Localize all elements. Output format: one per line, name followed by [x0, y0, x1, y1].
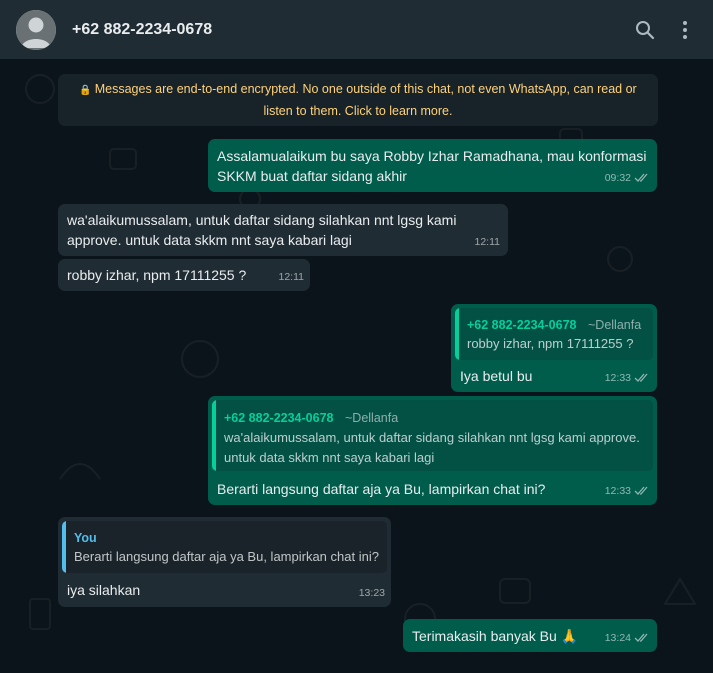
read-ticks-icon: [634, 373, 648, 382]
message-text: Iya betul bu: [460, 368, 533, 384]
message-line: approve. untuk data skkm nnt saya kabari…: [67, 232, 352, 248]
encryption-text-line1: Messages are end-to-end encrypted. No on…: [94, 82, 637, 96]
message-text: Berarti langsung daftar aja ya Bu, lampi…: [217, 481, 546, 497]
message-time: 09:32: [605, 168, 649, 188]
quote-accent-bar: [212, 400, 216, 471]
read-ticks-icon: [634, 173, 648, 182]
lock-icon: 🔒: [79, 85, 92, 96]
message-bubble-outgoing[interactable]: +62 882-2234-0678 ~Dellanfa wa'alaikumus…: [208, 396, 657, 505]
message-text: Terimakasih banyak Bu 🙏: [412, 628, 579, 644]
message-text: Assalamualaikum bu saya Robby Izhar Rama…: [217, 146, 647, 186]
quote-pushname: ~Dellanfa: [588, 318, 642, 332]
quote-accent-bar: [455, 308, 459, 360]
message-bubble-incoming[interactable]: You Berarti langsung daftar aja ya Bu, l…: [58, 517, 391, 607]
quote-text: Berarti langsung daftar aja ya Bu, lampi…: [74, 549, 379, 564]
message-bubble-incoming[interactable]: robby izhar, npm 17111255 ? 12:11: [58, 259, 310, 291]
quoted-message[interactable]: +62 882-2234-0678 ~Dellanfa robby izhar,…: [455, 308, 653, 360]
default-user-avatar-icon: [16, 9, 56, 50]
message-time: 12:33: [605, 481, 649, 501]
message-text: iya silahkan: [67, 582, 141, 598]
quoted-message[interactable]: +62 882-2234-0678 ~Dellanfa wa'alaikumus…: [212, 400, 653, 471]
message-text: wa'alaikumussalam, untuk daftar sidang s…: [67, 210, 456, 250]
quote-author: +62 882-2234-0678: [224, 411, 334, 425]
chat-panel[interactable]: 🔒 Messages are end-to-end encrypted. No o…: [0, 59, 713, 673]
quote-pushname: ~Dellanfa: [345, 411, 399, 425]
message-bubble-incoming[interactable]: wa'alaikumussalam, untuk daftar sidang s…: [58, 204, 508, 256]
message-time: 13:23: [358, 587, 385, 599]
message-time: 12:11: [278, 271, 305, 283]
search-icon[interactable]: [633, 18, 657, 42]
quote-text: robby izhar, npm 17111255 ?: [467, 336, 634, 351]
message-line: wa'alaikumussalam, untuk daftar sidang s…: [67, 212, 457, 228]
quote-text: wa'alaikumussalam, untuk daftar sidang s…: [224, 430, 640, 465]
quote-author: +62 882-2234-0678: [467, 318, 577, 332]
message-time: 12:11: [474, 236, 501, 248]
quoted-message[interactable]: You Berarti langsung daftar aja ya Bu, l…: [62, 521, 387, 573]
message-time: 13:24: [605, 628, 649, 648]
encryption-notice[interactable]: 🔒 Messages are end-to-end encrypted. No o…: [58, 74, 658, 126]
read-ticks-icon: [634, 633, 648, 642]
quote-accent-bar: [62, 521, 66, 573]
encryption-text-line2: listen to them. Click to learn more.: [263, 104, 453, 118]
message-bubble-outgoing[interactable]: +62 882-2234-0678 ~Dellanfa robby izhar,…: [451, 304, 657, 392]
quote-author: You: [74, 531, 97, 545]
message-bubble-outgoing[interactable]: Terimakasih banyak Bu 🙏 13:24: [403, 619, 657, 652]
contact-avatar[interactable]: [16, 9, 56, 50]
chat-header[interactable]: +62 882-2234-0678: [0, 0, 713, 59]
message-text: robby izhar, npm 17111255 ?: [67, 267, 247, 283]
message-time: 12:33: [605, 368, 649, 388]
message-line: SKKM buat daftar sidang akhir: [217, 168, 407, 184]
message-bubble-outgoing[interactable]: Assalamualaikum bu saya Robby Izhar Rama…: [208, 139, 657, 192]
message-line: Assalamualaikum bu saya Robby Izhar Rama…: [217, 148, 647, 164]
contact-name[interactable]: +62 882-2234-0678: [72, 21, 617, 39]
vertical-dots-menu-icon[interactable]: [673, 18, 697, 42]
read-ticks-icon: [634, 486, 648, 495]
